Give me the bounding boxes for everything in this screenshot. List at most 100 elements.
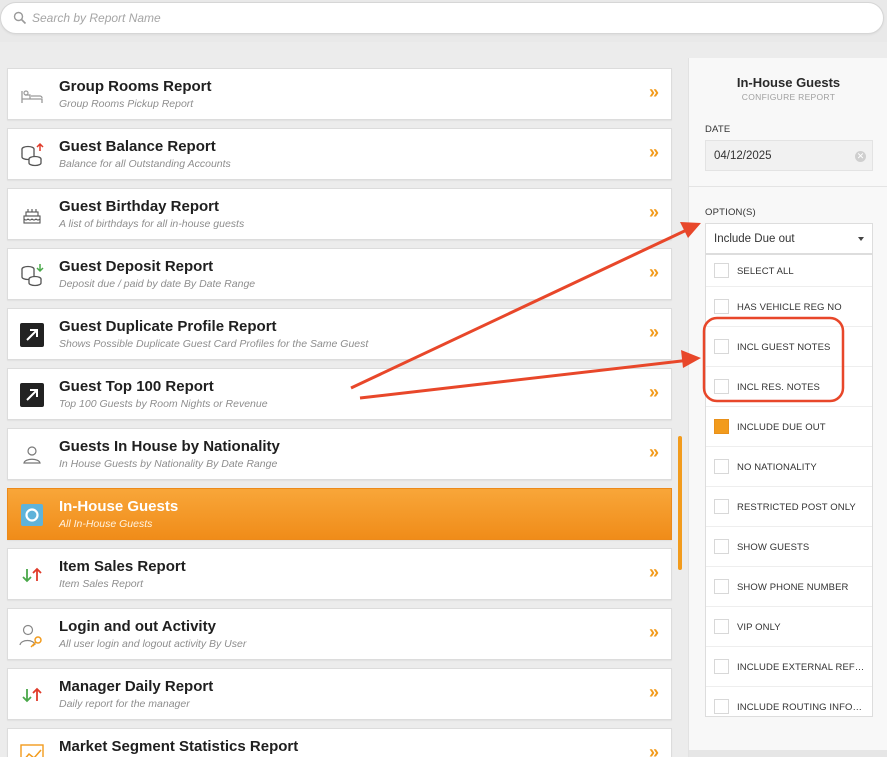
report-item[interactable]: Item Sales Report Item Sales Report » (7, 548, 672, 600)
date-field[interactable]: 04/12/2025 ✕ (705, 140, 873, 171)
option-checkbox[interactable] (714, 699, 729, 714)
option-item[interactable]: SHOW PHONE NUMBER (706, 567, 872, 607)
option-item[interactable]: INCLUDE ROUTING INFORMATION (706, 687, 872, 716)
report-title: Guest Duplicate Profile Report (59, 318, 277, 335)
option-item[interactable]: VIP ONLY (706, 607, 872, 647)
option-item[interactable]: INCLUDE EXTERNAL REFERENCE (706, 647, 872, 687)
user-key-icon (19, 622, 45, 648)
options-select[interactable]: Include Due out (705, 223, 873, 254)
option-item[interactable]: NO NATIONALITY (706, 447, 872, 487)
option-item[interactable]: SHOW GUESTS (706, 527, 872, 567)
option-checkbox[interactable] (714, 459, 729, 474)
option-label: INCLUDE EXTERNAL REFERENCE (737, 662, 867, 673)
chevron-right-icon[interactable]: » (649, 262, 659, 283)
option-checkbox[interactable] (714, 299, 729, 314)
chevron-right-icon[interactable]: » (649, 682, 659, 703)
option-item[interactable]: INCL RES. NOTES (706, 367, 872, 407)
external-arrow-icon (19, 322, 45, 348)
report-item[interactable]: Guest Deposit Report Deposit due / paid b… (7, 248, 672, 300)
option-checkbox[interactable] (714, 659, 729, 674)
search-bar[interactable] (0, 2, 884, 34)
options-select-value: Include Due out (714, 233, 795, 245)
report-list: Group Rooms Report Group Rooms Pickup Rep… (0, 58, 686, 757)
option-item[interactable]: INCLUDE DUE OUT (706, 407, 872, 447)
report-subtitle: All user login and logout activity By Us… (59, 638, 247, 650)
chevron-right-icon[interactable]: » (649, 622, 659, 643)
options-label: OPTION(S) (705, 207, 756, 218)
clear-icon[interactable]: ✕ (855, 151, 866, 162)
option-label: NO NATIONALITY (737, 462, 817, 473)
report-title: Guests In House by Nationality (59, 438, 280, 455)
divider (689, 186, 887, 187)
report-title: Item Sales Report (59, 558, 186, 575)
option-label: HAS VEHICLE REG NO (737, 302, 842, 313)
caret-down-icon (858, 237, 864, 241)
panel-title: In-House Guests (736, 75, 841, 90)
report-title: In-House Guests (59, 498, 179, 515)
chart-icon (19, 742, 45, 757)
panel-subtitle: CONFIGURE REPORT (741, 92, 836, 102)
report-item[interactable]: Guest Top 100 Report Top 100 Guests by Ro… (7, 368, 672, 420)
report-item[interactable]: Guests In House by Nationality In House G… (7, 428, 672, 480)
option-checkbox[interactable] (714, 263, 729, 278)
report-title: Manager Daily Report (59, 678, 214, 695)
external-arrow-icon (19, 382, 45, 408)
options-dropdown: SELECT ALL HAS VEHICLE REG NO INCL GUEST N… (705, 254, 873, 717)
report-subtitle: Deposit due / paid by date By Date Range (59, 278, 256, 290)
report-item[interactable]: Login and out Activity All user login and… (7, 608, 672, 660)
configure-panel: In-House Guests CONFIGURE REPORT DATE 04… (688, 58, 887, 757)
report-item[interactable]: Guest Duplicate Profile Report Shows Poss… (7, 308, 672, 360)
report-title: Guest Birthday Report (59, 198, 220, 215)
coins-up-icon (19, 142, 45, 168)
report-title: Guest Top 100 Report (59, 378, 214, 395)
option-item[interactable]: HAS VEHICLE REG NO (706, 287, 872, 327)
chevron-right-icon[interactable]: » (649, 142, 659, 163)
report-item[interactable]: In-House Guests All In-House Guests (7, 488, 672, 540)
chevron-right-icon[interactable]: » (649, 742, 659, 757)
chevron-right-icon[interactable]: » (649, 202, 659, 223)
chevron-right-icon[interactable]: » (649, 442, 659, 463)
date-label: DATE (705, 124, 731, 135)
option-checkbox[interactable] (714, 419, 729, 434)
report-item[interactable]: Guest Birthday Report A list of birthdays… (7, 188, 672, 240)
cake-icon (19, 202, 45, 228)
report-title: Market Segment Statistics Report (59, 738, 299, 755)
report-subtitle: Group Rooms Pickup Report (59, 98, 194, 110)
report-subtitle: Shows Possible Duplicate Guest Card Prof… (59, 338, 369, 350)
report-subtitle: Daily report for the manager (59, 698, 190, 710)
chevron-right-icon[interactable]: » (649, 82, 659, 103)
option-item[interactable]: SELECT ALL (706, 255, 872, 287)
report-title: Group Rooms Report (59, 78, 212, 95)
chevron-right-icon[interactable]: » (649, 562, 659, 583)
bed-icon (19, 82, 45, 108)
chevron-right-icon[interactable]: » (649, 382, 659, 403)
chevron-right-icon[interactable]: » (649, 322, 659, 343)
option-item[interactable]: INCL GUEST NOTES (706, 327, 872, 367)
date-value: 04/12/2025 (714, 150, 772, 162)
option-label: INCL GUEST NOTES (737, 342, 831, 353)
option-checkbox[interactable] (714, 379, 729, 394)
option-label: INCLUDE ROUTING INFORMATION (737, 702, 867, 713)
report-item[interactable]: Group Rooms Report Group Rooms Pickup Rep… (7, 68, 672, 120)
option-item[interactable]: RESTRICTED POST ONLY (706, 487, 872, 527)
report-subtitle: All In-House Guests (59, 518, 153, 530)
report-subtitle: A list of birthdays for all in-house gue… (59, 218, 245, 230)
report-item[interactable]: Manager Daily Report Daily report for the… (7, 668, 672, 720)
option-label: INCLUDE DUE OUT (737, 422, 826, 433)
option-checkbox[interactable] (714, 499, 729, 514)
report-item[interactable]: Guest Balance Report Balance for all Outs… (7, 128, 672, 180)
report-title: Guest Deposit Report (59, 258, 214, 275)
option-checkbox[interactable] (714, 339, 729, 354)
option-checkbox[interactable] (714, 619, 729, 634)
option-label: RESTRICTED POST ONLY (737, 502, 856, 513)
report-item[interactable]: Market Segment Statistics Report » (7, 728, 672, 757)
option-checkbox[interactable] (714, 579, 729, 594)
up-down-arrows-icon (19, 682, 45, 708)
report-title: Login and out Activity (59, 618, 216, 635)
search-input[interactable] (32, 11, 632, 25)
report-subtitle: In House Guests by Nationality By Date R… (59, 458, 278, 470)
scrollbar[interactable] (678, 436, 682, 570)
option-label: INCL RES. NOTES (737, 382, 820, 393)
camera-icon (19, 502, 45, 528)
option-checkbox[interactable] (714, 539, 729, 554)
